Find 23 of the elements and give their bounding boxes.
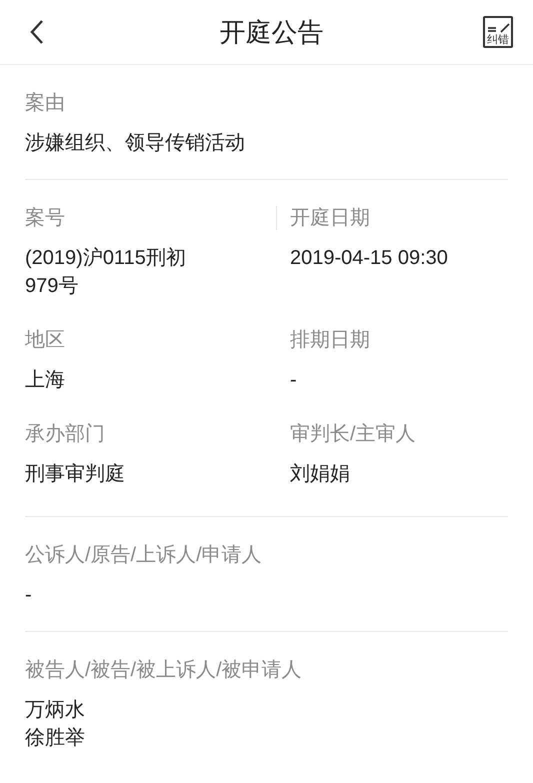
field-label: 被告人/被告/被上诉人/被申请人 (25, 658, 303, 683)
field-label: 案号 (25, 206, 66, 231)
field-value: 涉嫌组织、领导传销活动 (25, 131, 246, 156)
field-value: - (290, 368, 298, 393)
field-label: 排期日期 (290, 328, 370, 353)
field-value: - (25, 583, 33, 608)
field-label: 公诉人/原告/上诉人/申请人 (25, 543, 263, 568)
correction-button[interactable]: 纠错 (483, 16, 513, 48)
field-value: 上海 (25, 368, 66, 393)
pencil-icon (485, 23, 511, 33)
field-value: 万炳水 (25, 698, 86, 723)
page-title: 开庭公告 (220, 16, 324, 48)
field-label: 开庭日期 (290, 206, 371, 231)
field-value: 刘娟娟 (290, 462, 351, 487)
field-label: 地区 (25, 328, 66, 353)
field-value: (2019)沪0115刑初979号 (25, 246, 187, 299)
field-value: 徐胜举 (25, 726, 86, 751)
field-value: 刑事审判庭 (25, 462, 126, 487)
field-label: 审判长/主审人 (290, 422, 416, 447)
field-label: 承办部门 (25, 422, 106, 447)
field-label: 案由 (25, 91, 66, 116)
back-icon[interactable] (30, 19, 44, 45)
field-value: 2019-04-15 09:30 (290, 246, 448, 271)
